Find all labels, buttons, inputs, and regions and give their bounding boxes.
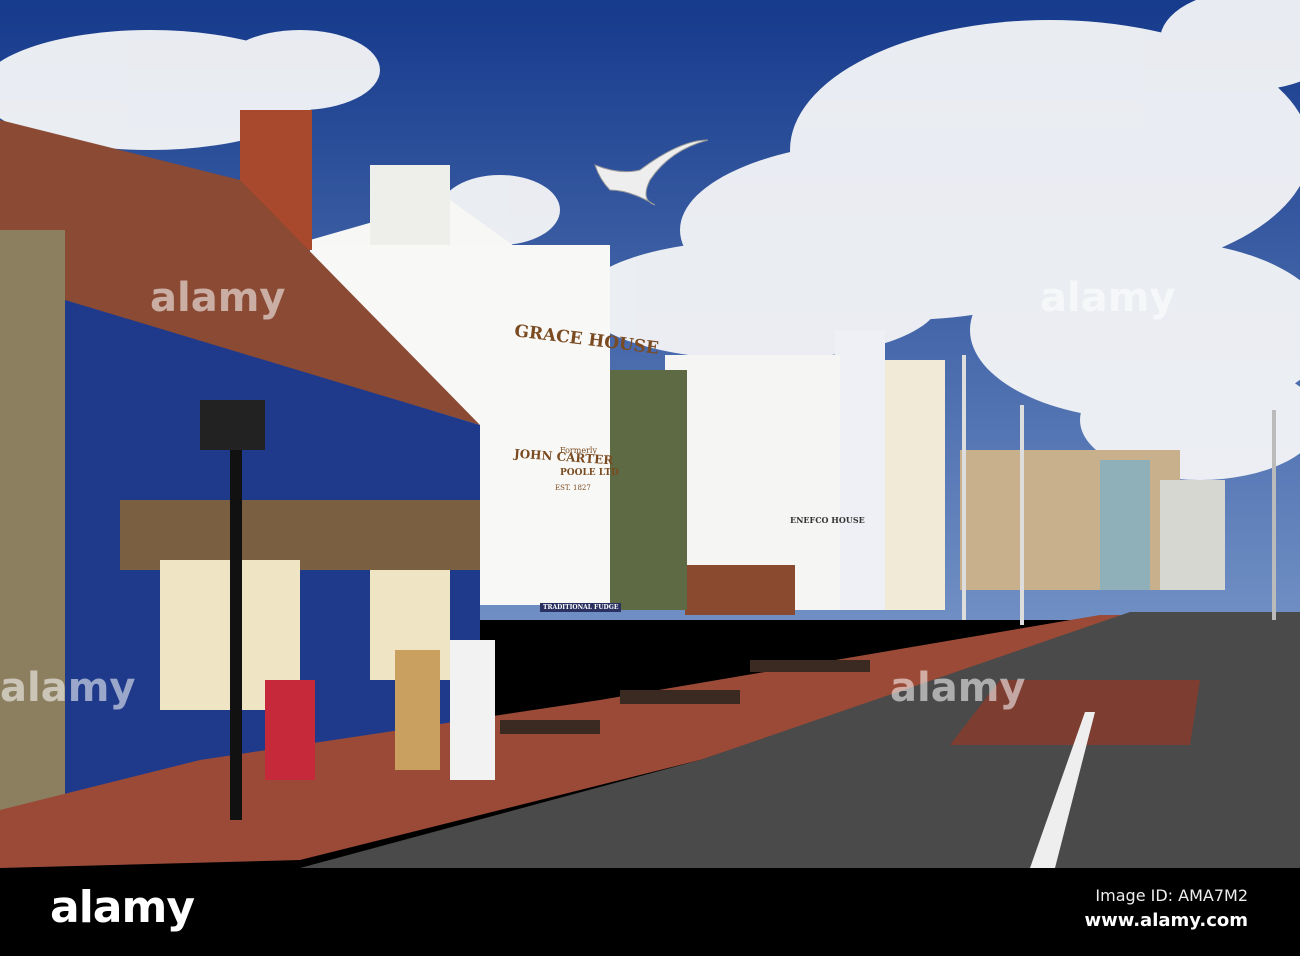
enefco-house-sign: ENEFCO HOUSE bbox=[790, 515, 865, 525]
image-id: Image ID: AMA7M2 bbox=[1095, 886, 1248, 905]
site-url[interactable]: www.alamy.com bbox=[1084, 910, 1248, 931]
cream-building bbox=[880, 360, 945, 610]
watermark: alamy bbox=[890, 665, 1026, 711]
poole-ltd-sign: POOLE LTD bbox=[560, 468, 619, 478]
alamy-logo: alamy bbox=[50, 882, 195, 933]
footer-bar: alamy Image ID: AMA7M2 www.alamy.com bbox=[0, 868, 1300, 956]
harbour-street-photo bbox=[0, 0, 1300, 868]
watermark: alamy bbox=[1040, 275, 1176, 321]
lamp-post bbox=[230, 430, 242, 820]
tiled-building bbox=[605, 370, 687, 610]
shop-awning-sign: TRADITIONAL FUDGE bbox=[540, 603, 622, 612]
watermark: alamy bbox=[0, 665, 136, 711]
stock-photo: GRACE HOUSE Formerly JOHN CARTER POOLE L… bbox=[0, 0, 1300, 956]
watermark: alamy bbox=[150, 275, 286, 321]
established-text: EST. 1827 bbox=[555, 484, 591, 492]
